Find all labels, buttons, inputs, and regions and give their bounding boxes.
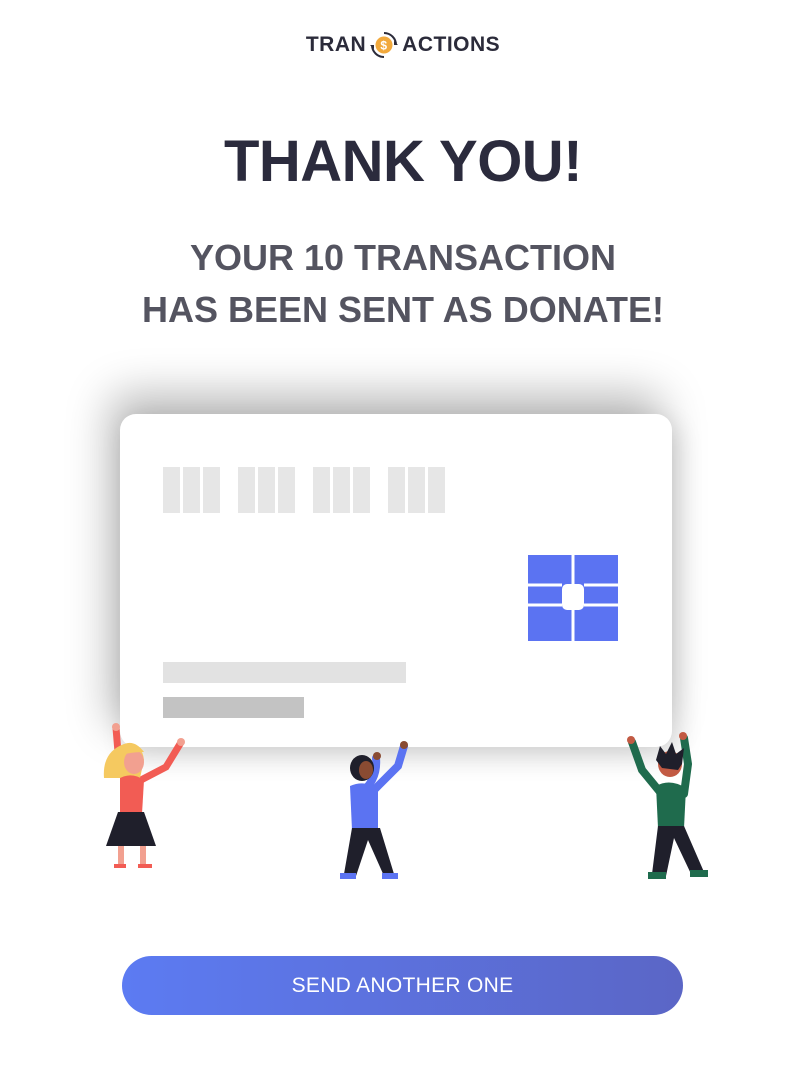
card-digit-group [313,467,370,513]
brand-logo: TRAN $ ACTIONS [0,30,806,60]
send-another-button[interactable]: SEND ANOTHER ONE [122,956,683,1015]
credit-card-illustration [120,414,672,747]
dollar-coin-icon: $ [370,32,399,58]
logo-text-right: ACTIONS [402,33,501,56]
card-holder-placeholder [163,662,406,683]
person-left-illustration [103,723,185,868]
logo-text-left: TRAN [305,33,367,56]
svg-text:$: $ [381,39,388,53]
card-digit-group [238,467,295,513]
confirmation-message: YOUR 10 TRANSACTION HAS BEEN SENT AS DON… [0,232,806,336]
person-right-illustration [627,732,708,879]
card-digit-group [163,467,220,513]
card-chip-icon [528,555,618,641]
confirmation-line-2: HAS BEEN SENT AS DONATE! [141,289,665,330]
card-expiry-placeholder [163,697,304,718]
person-center-illustration [340,741,408,879]
page-title: THANK YOU! [223,129,583,194]
confirmation-line-1: YOUR 10 TRANSACTION [189,237,617,278]
card-digit-group [388,467,445,513]
card-number-placeholder [163,467,445,513]
